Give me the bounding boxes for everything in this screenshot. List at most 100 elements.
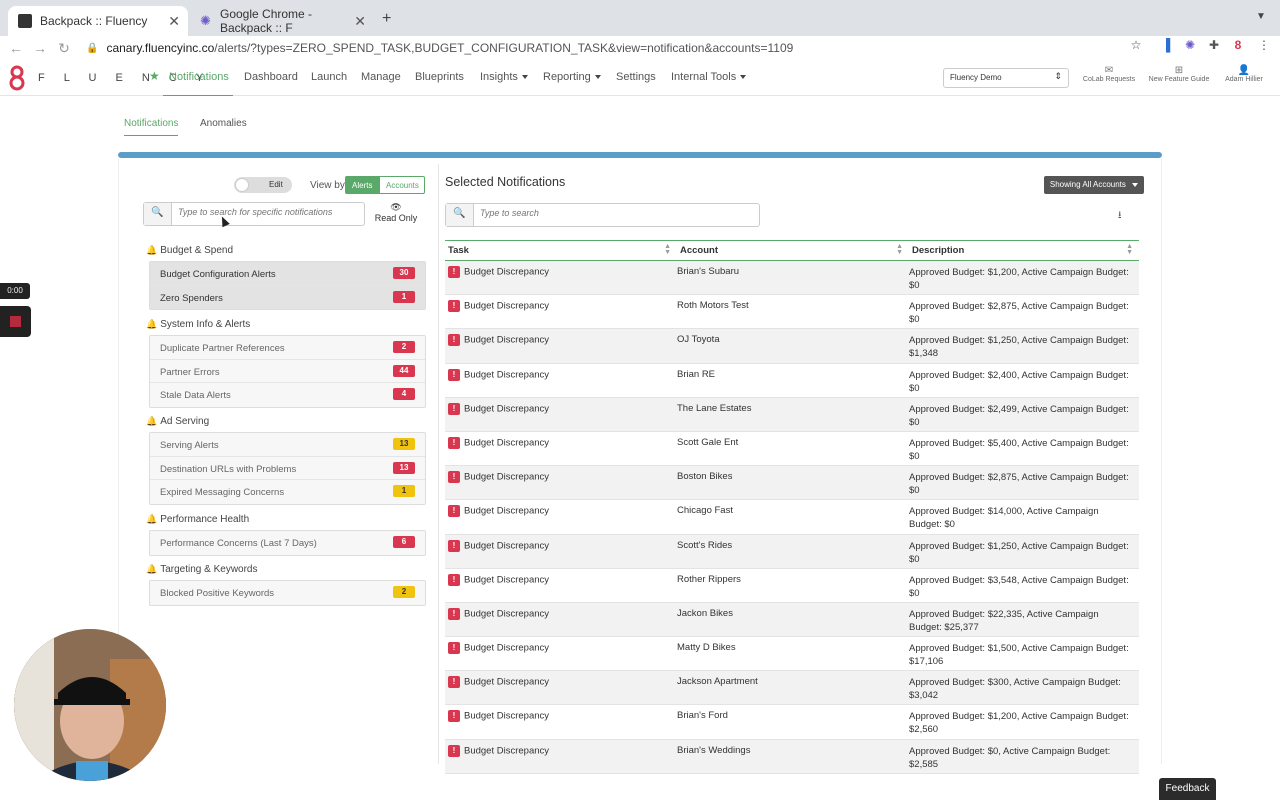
list-item-budget-configuration-alerts[interactable]: Budget Configuration Alerts 30 <box>150 262 425 286</box>
tab-close-icon[interactable]: ✕ <box>168 13 180 30</box>
table-row[interactable]: ! Budget Discrepancy OJ Toyota Approved Bud… <box>445 328 1139 364</box>
account-cell: Matty D Bikes <box>677 636 909 672</box>
warning-icon: ! <box>448 334 460 347</box>
notification-search-input[interactable] <box>178 207 358 217</box>
group-performance: Performance Concerns (Last 7 Days) 6 <box>149 530 426 556</box>
fluency-extension-icon[interactable]: 8 <box>1230 38 1246 54</box>
warning-icon: ! <box>448 436 460 449</box>
envelope-icon: ✉ <box>1104 65 1114 76</box>
account-cell: Scott Gale Ent <box>677 431 909 467</box>
notifications-table: Task ▲ ▼ Account ▲ ▼ Description ▲ ▼ ! Budget D… <box>445 240 1139 774</box>
extension-icon[interactable]: ✺ <box>1182 38 1198 54</box>
fluency-logo-icon[interactable] <box>8 64 26 92</box>
group-heading-ad-serving: 🔔 Ad Serving <box>146 416 209 427</box>
description-cell: Approved Budget: $22,335, Active Campaig… <box>909 602 1139 638</box>
list-item-performance-concerns[interactable]: Performance Concerns (Last 7 Days) 6 <box>150 531 425 555</box>
item-label: Expired Messaging Concerns <box>160 487 285 498</box>
table-row[interactable]: ! Budget Discrepancy Chicago Fast Approved … <box>445 499 1139 535</box>
task-cell: ! Budget Discrepancy <box>445 397 677 432</box>
column-header-task[interactable]: Task ▲ ▼ <box>445 240 677 261</box>
puzzle-icon[interactable]: ✚ <box>1206 38 1222 54</box>
browser-tab[interactable]: ✺ Google Chrome - Backpack :: F ✕ <box>190 6 374 36</box>
table-row[interactable]: ! Budget Discrepancy Jackon Bikes Approved … <box>445 602 1139 638</box>
table-row[interactable]: ! Budget Discrepancy Roth Motors Test Appro… <box>445 294 1139 330</box>
new-tab-icon[interactable]: + <box>382 10 391 28</box>
column-label: Task <box>448 245 469 256</box>
nav-internal-tools[interactable]: Internal Tools <box>671 71 747 83</box>
list-item-zero-spenders[interactable]: Zero Spenders 1 <box>150 285 425 309</box>
list-item-serving-alerts[interactable]: Serving Alerts 13 <box>150 433 425 457</box>
table-row[interactable]: ! Budget Discrepancy Rother Rippers Approve… <box>445 568 1139 603</box>
description-cell: Approved Budget: $2,875, Active Campaign… <box>909 294 1139 330</box>
browser-tab-active[interactable]: Backpack :: Fluency ✕ <box>8 6 188 36</box>
task-label: Budget Discrepancy <box>464 300 550 312</box>
description-cell: Approved Budget: $1,500, Active Campaign… <box>909 636 1139 672</box>
list-item-stale-data-alerts[interactable]: Stale Data Alerts 4 <box>150 383 425 407</box>
list-item-duplicate-partner-references[interactable]: Duplicate Partner References 2 <box>150 336 425 360</box>
view-by-alerts-button[interactable]: Alerts <box>345 176 379 194</box>
tab-search-icon[interactable]: ▼ <box>1256 11 1266 22</box>
nav-reporting[interactable]: Reporting <box>543 71 601 83</box>
task-cell: ! Budget Discrepancy <box>445 568 677 603</box>
table-row[interactable]: ! Budget Discrepancy The Lane Estates Appro… <box>445 397 1139 432</box>
group-targeting: Blocked Positive Keywords 2 <box>149 580 426 606</box>
table-row[interactable]: ! Budget Discrepancy Brian's Weddings Appro… <box>445 739 1139 774</box>
tab-anomalies[interactable]: Anomalies <box>200 118 247 135</box>
view-by-accounts-button[interactable]: Accounts <box>379 176 425 194</box>
read-only-indicator: 👁 Read Only <box>373 202 419 223</box>
list-item-blocked-positive-keywords[interactable]: Blocked Positive Keywords 2 <box>150 581 425 605</box>
kebab-menu-icon[interactable]: ⋮ <box>1256 38 1272 54</box>
table-row[interactable]: ! Budget Discrepancy Brian RE Approved Budg… <box>445 363 1139 398</box>
showing-accounts-button[interactable]: Showing All Accounts <box>1044 176 1144 194</box>
table-search-input[interactable] <box>480 208 750 218</box>
nav-blueprints[interactable]: Blueprints <box>415 71 464 83</box>
reload-icon[interactable]: ↻ <box>52 40 76 57</box>
table-row[interactable]: ! Budget Discrepancy Scott's Rides Approved… <box>445 534 1139 569</box>
table-row[interactable]: ! Budget Discrepancy Brian's Subaru Approve… <box>445 260 1139 296</box>
column-header-description[interactable]: Description ▲ ▼ <box>909 240 1139 261</box>
table-row[interactable]: ! Budget Discrepancy Matty D Bikes Approved… <box>445 636 1139 672</box>
bell-icon: 🔔 <box>146 416 158 426</box>
nav-manage[interactable]: Manage <box>361 71 401 83</box>
bookmark-star-icon[interactable]: ☆ <box>1128 38 1144 54</box>
tab-notifications[interactable]: Notifications <box>124 118 179 136</box>
nav-dashboard[interactable]: Dashboard <box>244 71 298 83</box>
forward-icon[interactable]: → <box>28 40 52 56</box>
user-name: Adam Hillier <box>1225 76 1263 83</box>
search-icon[interactable]: 🔍 <box>446 204 474 226</box>
toggle-knob <box>235 178 249 192</box>
extension-icon[interactable]: ▐ <box>1158 38 1174 54</box>
stop-recording-button[interactable] <box>0 306 31 337</box>
list-item-destination-urls[interactable]: Destination URLs with Problems 13 <box>150 457 425 480</box>
back-icon[interactable]: ← <box>4 40 28 56</box>
item-label: Stale Data Alerts <box>160 390 231 401</box>
nav-insights[interactable]: Insights <box>480 71 528 83</box>
group-ad-serving: Serving Alerts 13 Destination URLs with P… <box>149 432 426 505</box>
feedback-button[interactable]: Feedback <box>1159 778 1216 800</box>
download-icon[interactable]: ⭳ <box>1118 208 1122 225</box>
list-item-expired-messaging[interactable]: Expired Messaging Concerns 1 <box>150 480 425 504</box>
description-cell: Approved Budget: $1,200, Active Campaign… <box>909 704 1139 740</box>
account-cell: Chicago Fast <box>677 499 909 535</box>
user-menu[interactable]: 👤 Adam Hillier <box>1220 65 1268 83</box>
colab-requests-link[interactable]: ✉ CoLab Requests <box>1082 65 1136 83</box>
nav-notifications[interactable]: Notifications <box>169 71 229 83</box>
address-bar[interactable]: 🔒 canary.fluencyinc.co/alerts/?types=ZER… <box>86 38 1146 58</box>
nav-settings[interactable]: Settings <box>616 71 656 83</box>
table-row[interactable]: ! Budget Discrepancy Boston Bikes Approved … <box>445 465 1139 501</box>
warning-icon: ! <box>448 471 460 484</box>
column-header-account[interactable]: Account ▲ ▼ <box>677 240 909 261</box>
search-icon[interactable]: 🔍 <box>144 203 172 225</box>
warning-icon: ! <box>448 710 460 723</box>
item-label: Budget Configuration Alerts <box>160 269 276 280</box>
new-feature-guide-link[interactable]: ⊞ New Feature Guide <box>1146 65 1212 83</box>
table-row[interactable]: ! Budget Discrepancy Jackson Apartment Appr… <box>445 670 1139 706</box>
edit-toggle[interactable]: Edit <box>234 177 292 193</box>
table-row[interactable]: ! Budget Discrepancy Scott Gale Ent Approve… <box>445 431 1139 467</box>
list-item-partner-errors[interactable]: Partner Errors 44 <box>150 360 425 383</box>
task-label: Budget Discrepancy <box>464 334 550 346</box>
tab-close-icon[interactable]: ✕ <box>354 13 366 30</box>
account-select[interactable]: Fluency Demo ⇕ <box>943 68 1069 88</box>
table-row[interactable]: ! Budget Discrepancy Brian's Ford Approved … <box>445 704 1139 740</box>
nav-launch[interactable]: Launch <box>311 71 347 83</box>
